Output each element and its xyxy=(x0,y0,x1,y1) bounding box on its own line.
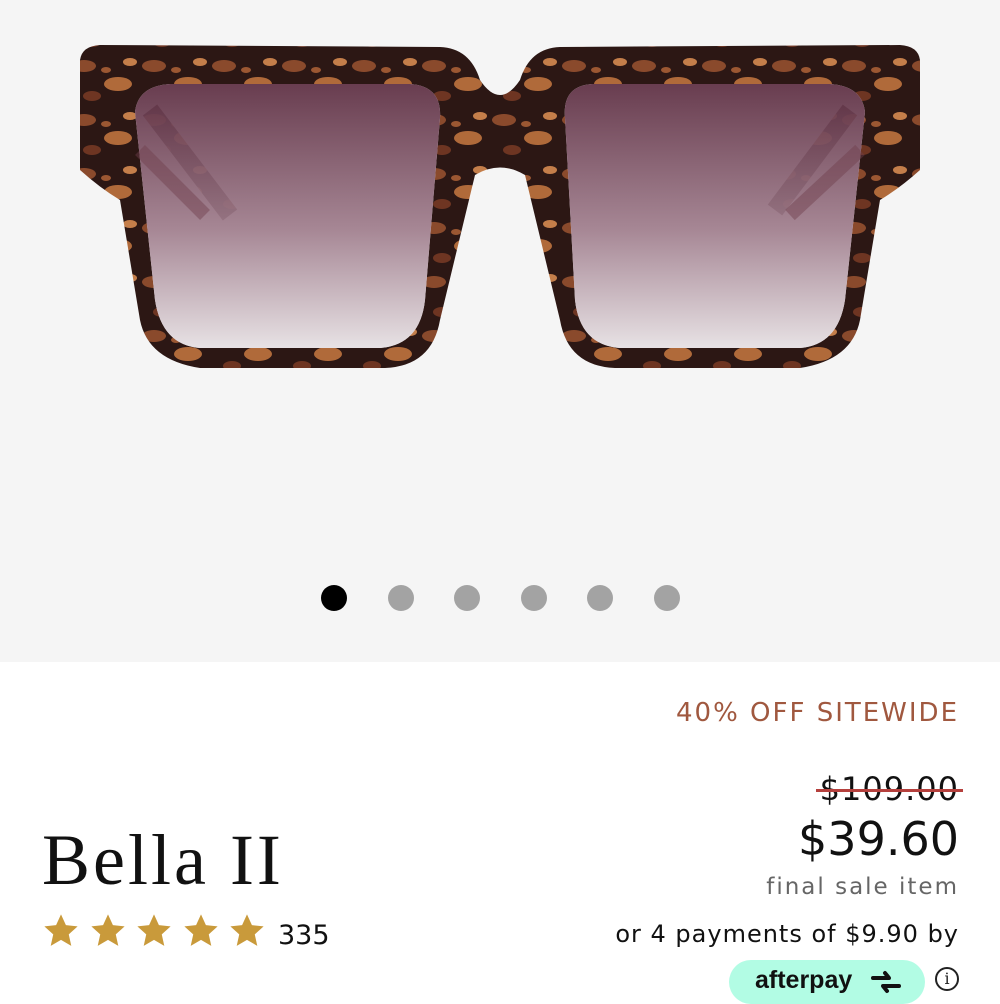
sale-price: $39.60 xyxy=(798,812,959,866)
price-strikethrough xyxy=(815,789,963,792)
star-icon xyxy=(44,914,78,946)
installments-text: or 4 payments of $9.90 by xyxy=(615,920,959,948)
carousel-dots xyxy=(0,585,1000,611)
afterpay-arrows-icon xyxy=(871,971,901,993)
carousel-dot-4[interactable] xyxy=(520,585,547,611)
review-count[interactable]: 335 xyxy=(278,920,330,951)
info-icon[interactable]: i xyxy=(935,967,959,991)
product-image xyxy=(80,45,920,368)
product-gallery[interactable] xyxy=(0,0,1000,662)
promo-banner: 40% OFF SITEWIDE xyxy=(676,698,959,728)
carousel-dot-2[interactable] xyxy=(387,585,414,611)
afterpay-badge[interactable]: afterpay xyxy=(729,960,925,1004)
left-lens xyxy=(135,84,441,348)
carousel-dot-3[interactable] xyxy=(454,585,481,611)
carousel-dot-5[interactable] xyxy=(587,585,614,611)
star-icon xyxy=(230,914,264,946)
star-icon xyxy=(90,914,125,946)
star-icon xyxy=(137,914,171,946)
carousel-dot-6[interactable] xyxy=(654,585,680,611)
product-title: Bella II xyxy=(42,820,284,900)
final-sale-note: final sale item xyxy=(766,874,959,900)
afterpay-logo-text: afterpay xyxy=(755,966,853,994)
star-icon xyxy=(183,914,218,946)
right-lens xyxy=(564,84,865,348)
original-price: $109.00 xyxy=(815,770,963,808)
carousel-dot-1[interactable] xyxy=(321,585,347,611)
